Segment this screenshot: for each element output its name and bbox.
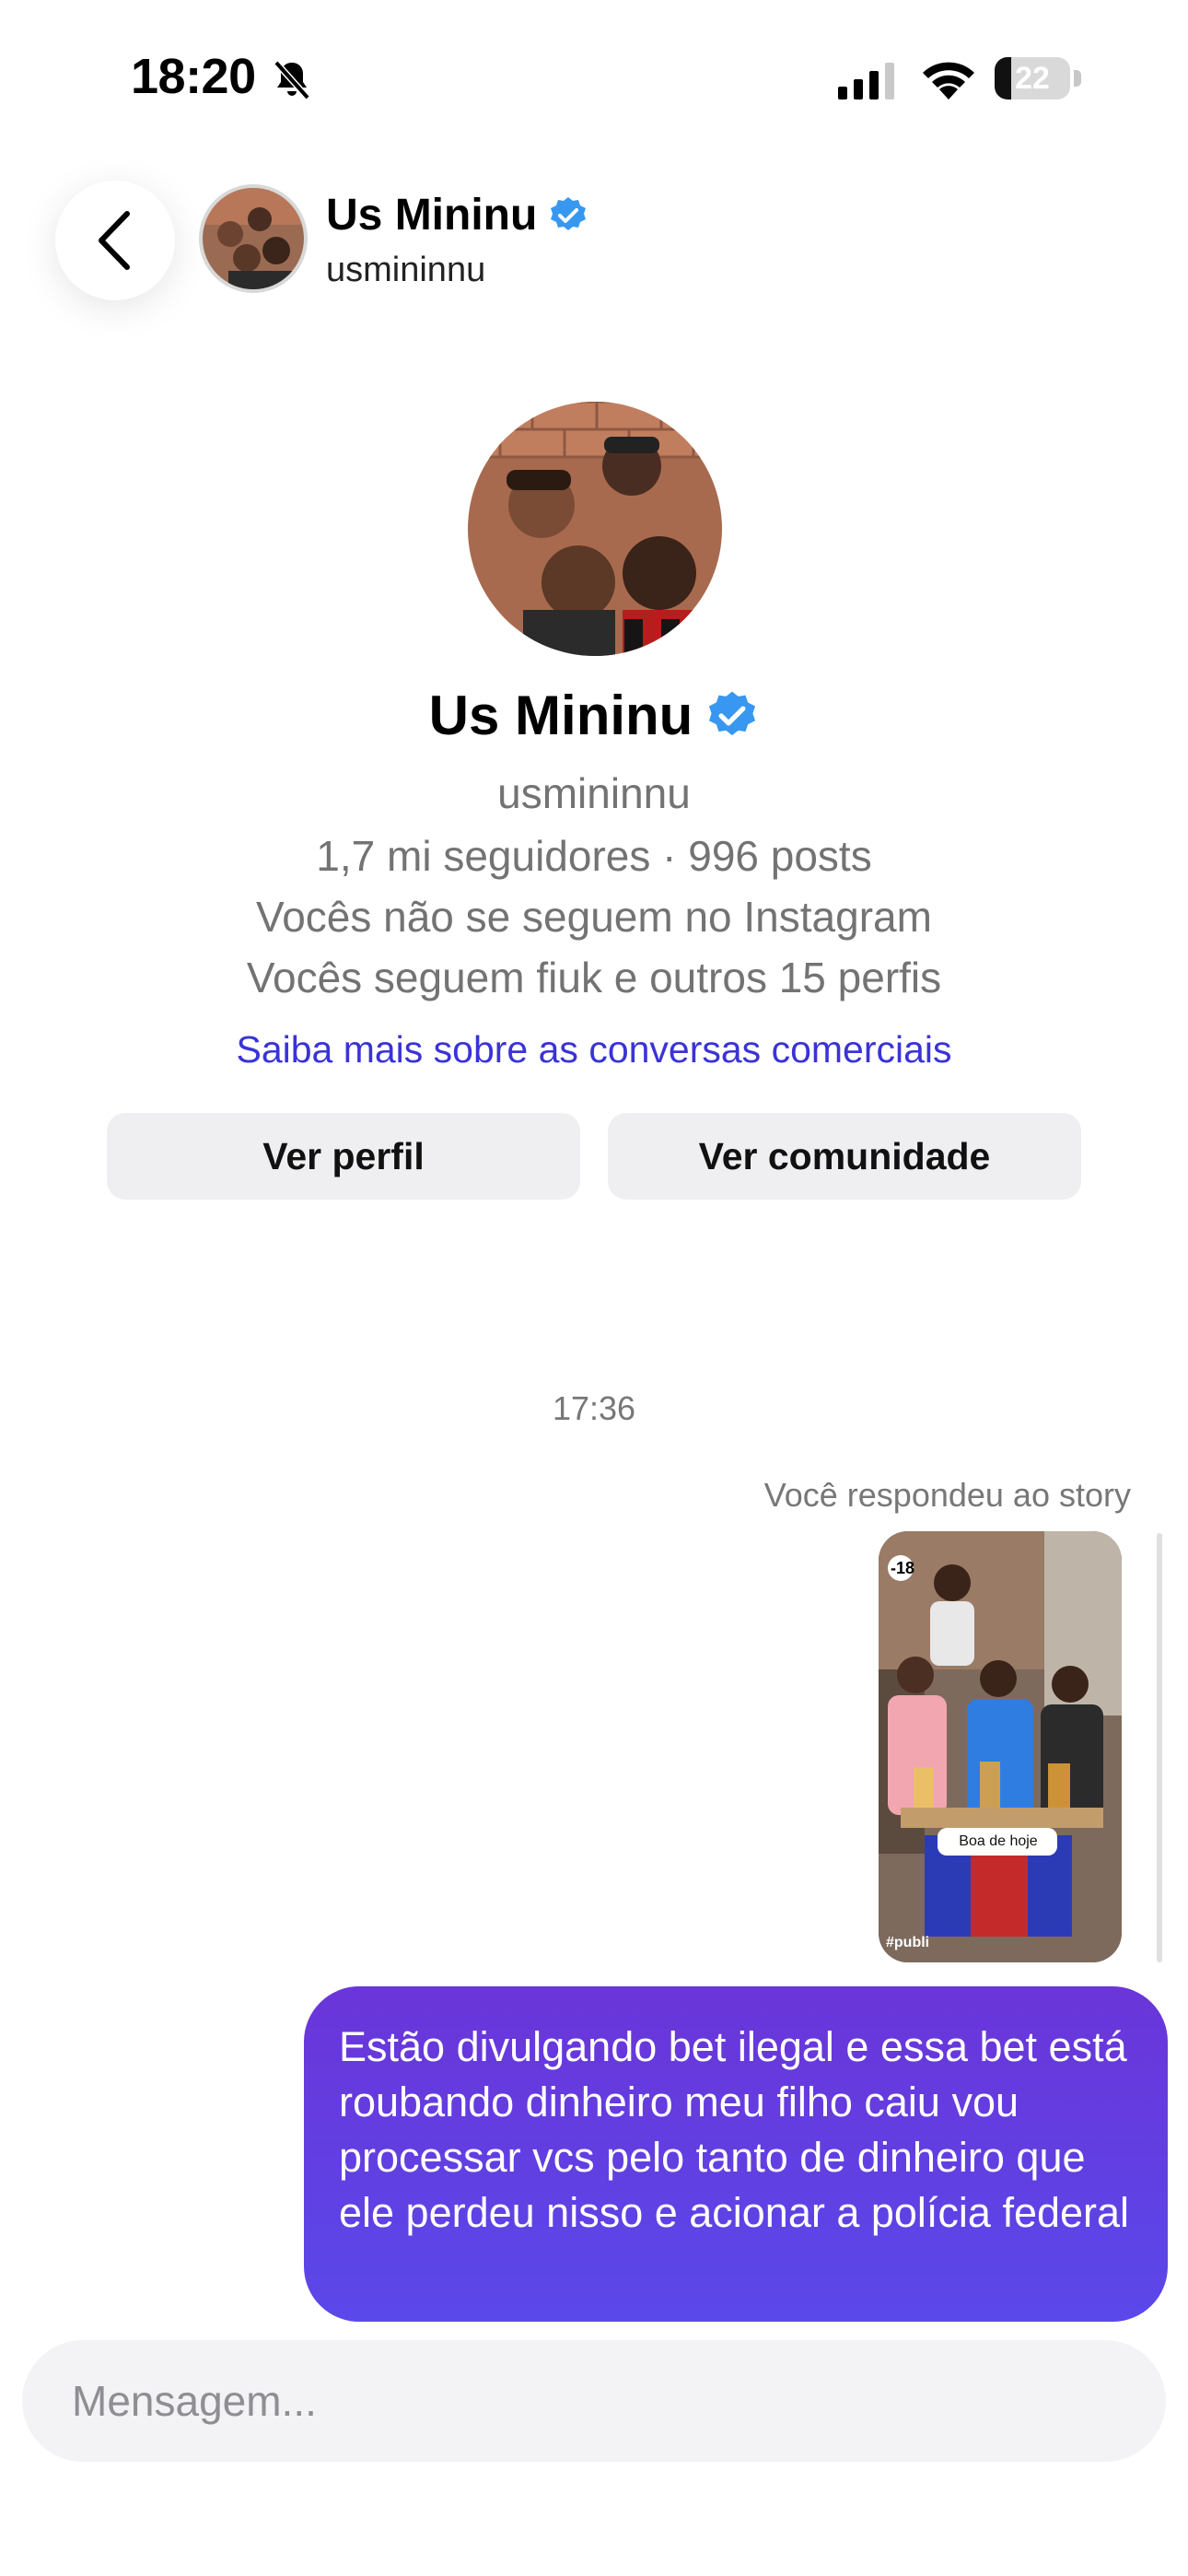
follow-status: Vocês não se seguem no Instagram	[256, 893, 932, 941]
verified-badge-icon	[551, 196, 587, 230]
view-community-button[interactable]: Ver comunidade	[608, 1113, 1081, 1200]
message-timestamp: 17:36	[552, 1389, 636, 1427]
header-contact-name[interactable]: Us Mininu	[326, 190, 588, 240]
wifi-icon	[923, 62, 974, 100]
profile-username: usmininnu	[497, 769, 691, 817]
chat-scrollbar[interactable]	[1157, 1533, 1162, 1962]
status-time: 18:20	[131, 49, 256, 104]
header-avatar[interactable]	[199, 184, 308, 293]
battery-indicator: 22	[995, 57, 1083, 101]
story-thumbnail[interactable]: -18 Boa de hoje #publi	[879, 1531, 1122, 1962]
message-input[interactable]	[70, 2375, 1087, 2427]
chevron-left-icon	[99, 211, 130, 270]
profile-avatar[interactable]	[468, 402, 722, 656]
muted-bell-icon	[274, 60, 310, 100]
cellular-signal-icon	[838, 63, 894, 100]
battery-level: 22	[1015, 61, 1050, 96]
business-chats-link[interactable]: Saiba mais sobre as conversas comerciais	[0, 1028, 1188, 1071]
view-profile-button[interactable]: Ver perfil	[107, 1113, 580, 1200]
story-tag: #publi	[886, 1935, 930, 1950]
header-username: usmininnu	[326, 251, 486, 289]
mutual-followers: Vocês seguem fiuk e outros 15 perfis	[246, 954, 942, 1001]
story-sticker: Boa de hoje	[959, 1833, 1038, 1849]
verified-badge-icon	[709, 691, 756, 735]
profile-name: Us Mininu	[0, 684, 1188, 747]
message-composer[interactable]	[22, 2340, 1166, 2462]
profile-stats: 1,7 mi seguidores · 996 posts	[316, 832, 872, 880]
sent-message-bubble[interactable]: Estão divulgando bet ilegal e essa bet e…	[304, 1986, 1168, 2322]
profile-name-text: Us Mininu	[428, 685, 693, 746]
story-reply-label: Você respondeu ao story	[763, 1476, 1131, 1514]
back-button[interactable]	[55, 181, 175, 300]
age-rating-badge: -18	[890, 1559, 914, 1577]
header-name-text: Us Mininu	[326, 191, 538, 240]
